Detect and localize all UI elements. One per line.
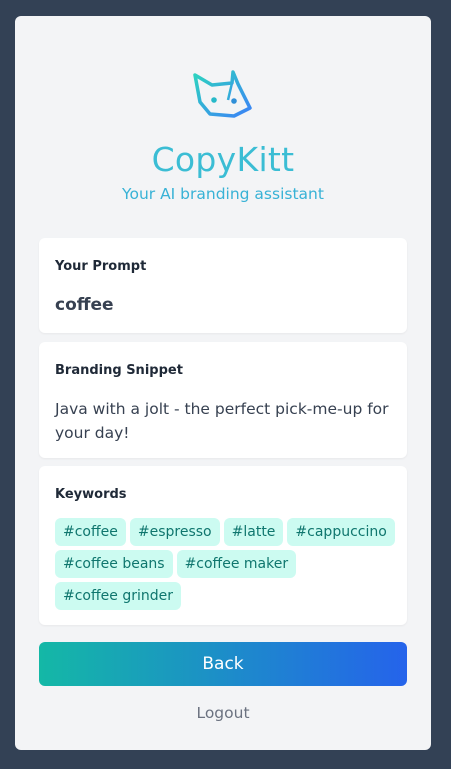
snippet-text: Java with a jolt - the perfect pick-me-u… <box>55 400 389 442</box>
keyword-chip: #coffee beans <box>55 550 173 578</box>
keyword-chip: #coffee <box>55 518 126 546</box>
snippet-label: Branding Snippet <box>55 363 183 378</box>
keyword-chip: #espresso <box>129 518 220 546</box>
cat-head-icon <box>193 70 252 118</box>
main-card: CopyKitt Your AI branding assistant Your… <box>15 16 431 750</box>
snippet-panel: Branding Snippet Java with a jolt - the … <box>39 342 407 458</box>
prompt-label: Your Prompt <box>55 259 147 274</box>
keyword-chip: #coffee maker <box>176 550 297 578</box>
app-subtitle: Your AI branding assistant <box>122 185 324 203</box>
keyword-chip-list: #coffee #espresso #latte #cappuccino #co… <box>55 518 399 610</box>
keywords-label: Keywords <box>55 487 127 502</box>
back-button[interactable]: Back <box>39 642 407 686</box>
prompt-panel: Your Prompt coffee <box>39 238 407 333</box>
keyword-chip: #coffee grinder <box>55 582 181 610</box>
keyword-chip: #cappuccino <box>287 518 395 546</box>
keywords-panel: Keywords #coffee #espresso #latte #cappu… <box>39 466 407 625</box>
prompt-value: coffee <box>55 295 114 315</box>
keyword-chip: #latte <box>223 518 284 546</box>
logout-link[interactable]: Logout <box>15 704 431 722</box>
app-title: CopyKitt <box>151 140 295 179</box>
